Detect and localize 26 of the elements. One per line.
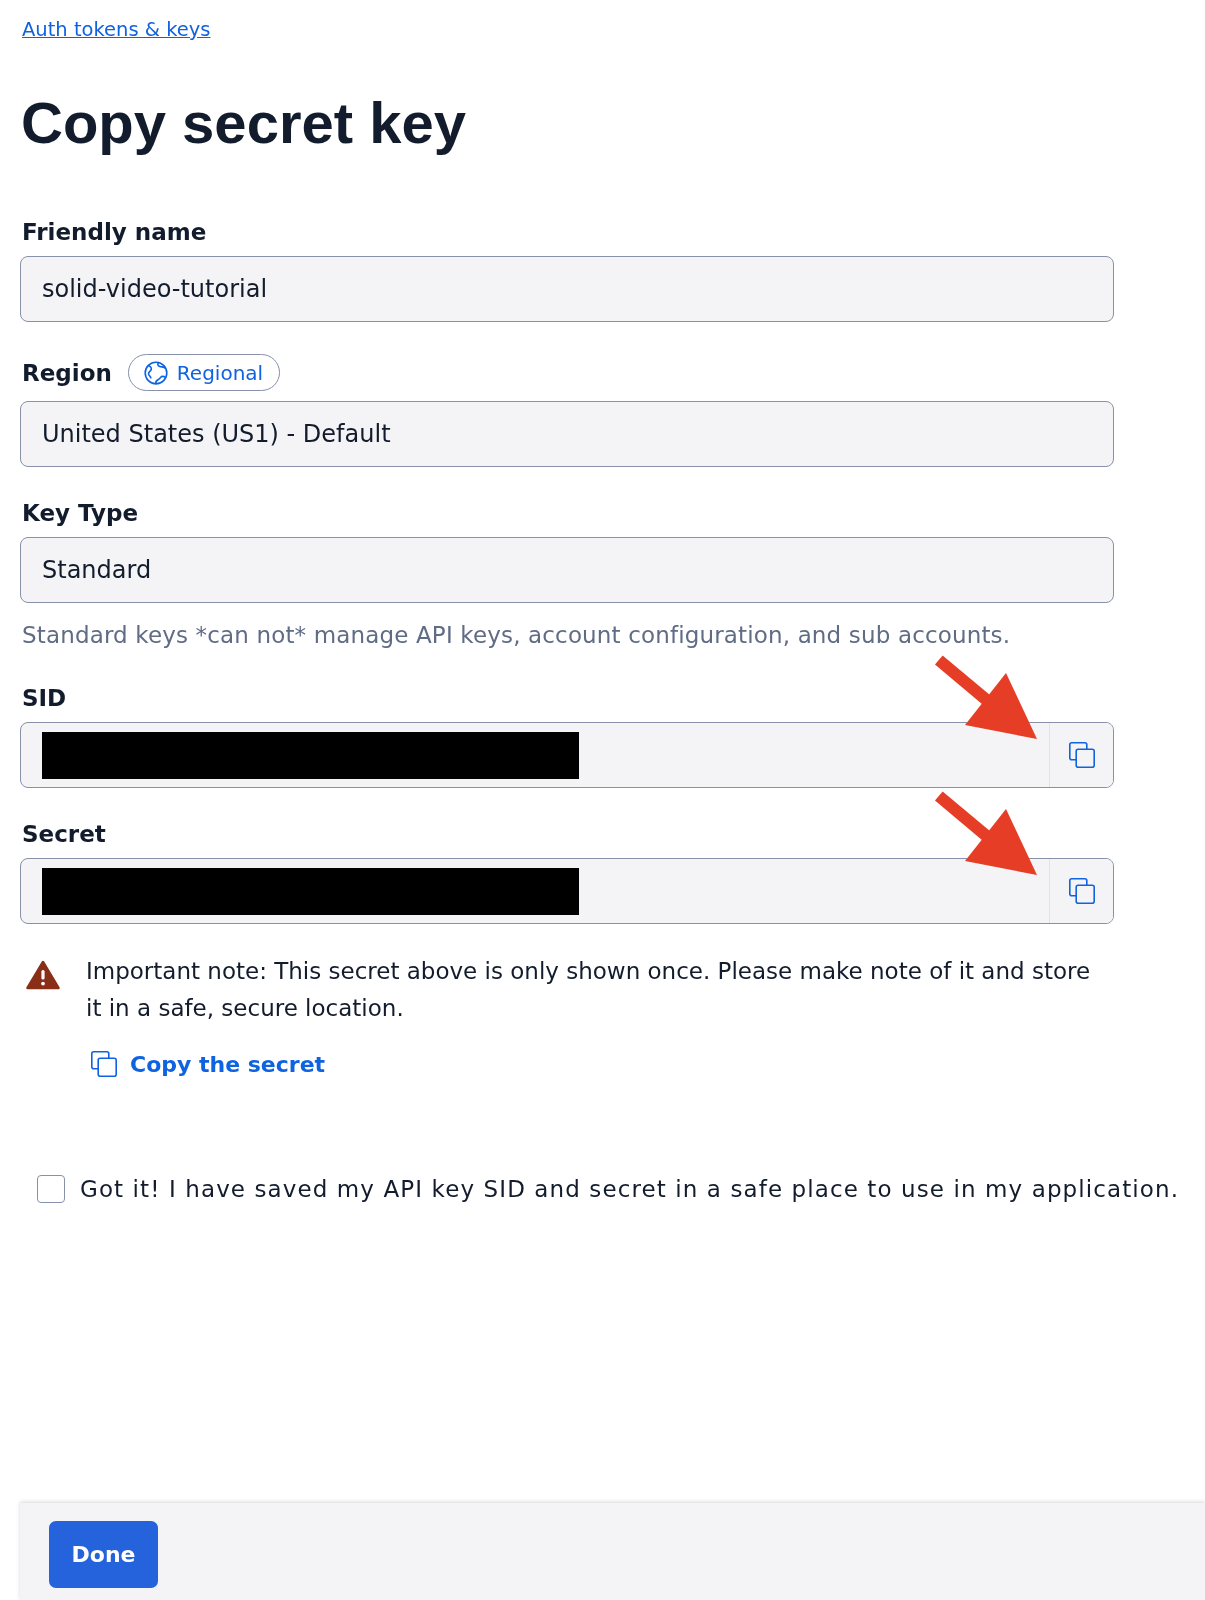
done-button[interactable]: Done: [49, 1521, 158, 1588]
breadcrumb-link[interactable]: Auth tokens & keys: [22, 18, 211, 42]
page-title: Copy secret key: [21, 90, 466, 156]
field-label: Friendly name: [22, 218, 207, 246]
copy-icon: [1068, 878, 1095, 904]
copy-icon: [91, 1051, 117, 1077]
checkbox-label: Got it! I have saved my API key SID and secret in a safe place to use in my application.: [80, 1175, 1180, 1204]
text-field[interactable]: solid-video-tutorial: [20, 256, 1114, 322]
field-label: Key Type: [22, 499, 139, 527]
text-field[interactable]: Standard: [20, 537, 1114, 603]
checkbox[interactable]: [37, 1175, 65, 1203]
field-label: Secret: [22, 820, 106, 848]
globe-icon: [143, 360, 168, 385]
copy-icon: [1068, 742, 1095, 768]
badge-text: Regional: [176, 360, 264, 385]
field-label: SID: [22, 684, 67, 712]
text-field[interactable]: United States (US1) - Default: [20, 401, 1114, 467]
copy-button[interactable]: [1049, 859, 1113, 923]
copy-secret-link[interactable]: Copy the secret: [91, 1049, 326, 1079]
help-text: Standard keys *can not* manage API keys, account configuration, and sub accounts.: [22, 621, 1012, 649]
field-label: Region: [22, 358, 112, 387]
secret-field[interactable]: [20, 722, 1114, 788]
secret-field[interactable]: [20, 858, 1114, 924]
important-note: Important note: This secret above is only shown once. Please make note of it and store it in a safe, secure location.: [86, 957, 1091, 1023]
warning-icon: [26, 960, 60, 990]
copy-button[interactable]: [1049, 723, 1113, 787]
